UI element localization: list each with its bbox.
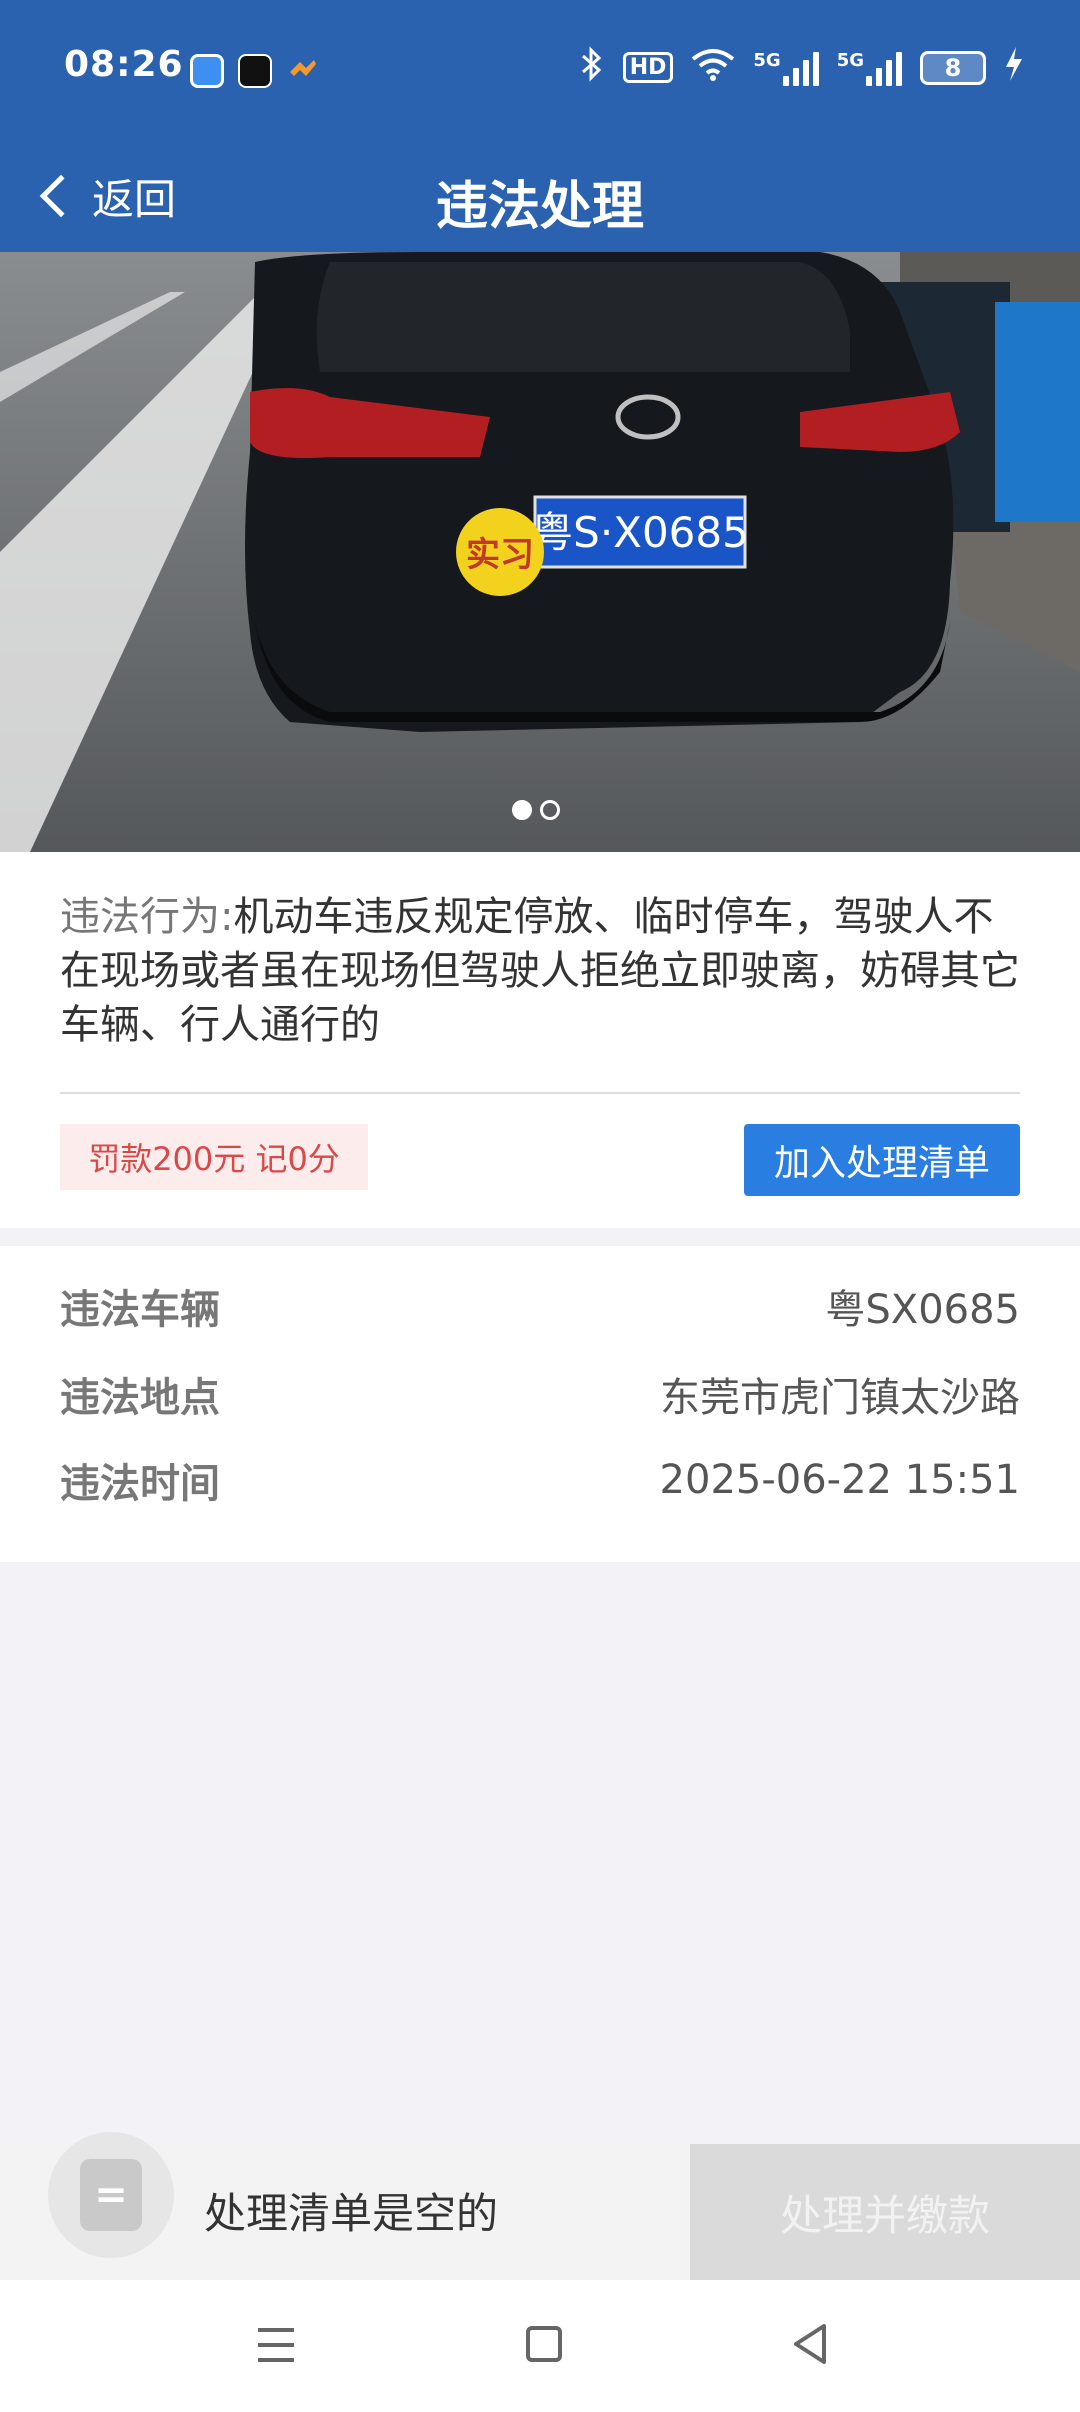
status-time: 08:26 [64, 44, 184, 85]
triangle-back-icon [794, 2324, 826, 2364]
add-to-list-button[interactable]: 加入处理清单 [744, 1124, 1020, 1196]
wifi-icon [691, 47, 735, 88]
detail-value: 粤SX0685 [825, 1287, 1020, 1333]
system-back-button[interactable] [790, 2322, 830, 2370]
intern-badge-text: 实习 [466, 535, 534, 575]
violation-behavior: 违法行为:机动车违反规定停放、临时停车，驾驶人不在现场或者虽在现场但驾驶人拒绝立… [60, 890, 1020, 1052]
violation-photo-carousel[interactable]: 粤S·X0685 实习 [0, 252, 1080, 852]
detail-key: 违法时间 [60, 1461, 220, 1507]
behavior-label: 违法行为: [60, 894, 234, 940]
process-and-pay-button[interactable]: 处理并缴款 [690, 2144, 1080, 2280]
app-notification-icon-blue [190, 54, 224, 88]
violation-details: 违法车辆 粤SX0685 违法地点 东莞市虎门镇太沙路 违法时间 2025-06… [0, 1246, 1080, 1562]
license-plate-text: 粤S·X0685 [531, 508, 749, 557]
bluetooth-icon [579, 46, 605, 89]
hd-badge: HD [622, 52, 674, 83]
carousel-dot [540, 800, 560, 820]
app-notification-icon-orange [286, 54, 320, 88]
fine-badge: 罚款200元 记0分 [60, 1124, 368, 1190]
detail-value: 东莞市虎门镇太沙路 [660, 1375, 1020, 1421]
detail-row-time: 违法时间 2025-06-22 15:51 [60, 1450, 1020, 1510]
detail-key: 违法车辆 [60, 1287, 220, 1333]
status-bar: 08:26 HD 5G 5G 8 [0, 0, 1080, 140]
carousel-dot-active [512, 800, 532, 820]
nav-bar: 返回 违法处理 [0, 140, 1080, 252]
list-icon: = [80, 2159, 142, 2231]
carousel-indicator [512, 800, 560, 820]
violation-photo: 粤S·X0685 实习 [0, 252, 1080, 852]
signal-label-1: 5G [753, 49, 781, 71]
battery-indicator: 8 [920, 50, 986, 85]
tiktok-notification-icon [238, 54, 272, 88]
home-button[interactable] [526, 2326, 562, 2362]
detail-key: 违法地点 [60, 1375, 220, 1421]
page-title: 违法处理 [435, 177, 644, 237]
charging-icon [1004, 47, 1024, 88]
recent-apps-button[interactable] [258, 2328, 294, 2362]
divider [60, 1092, 1020, 1094]
signal-label-2: 5G [836, 49, 864, 71]
violation-card: 违法行为:机动车违反规定停放、临时停车，驾驶人不在现场或者虽在现场但驾驶人拒绝立… [0, 852, 1080, 1228]
detail-value: 2025-06-22 15:51 [659, 1457, 1020, 1503]
battery-level: 8 [944, 53, 962, 82]
detail-row-location: 违法地点 东莞市虎门镇太沙路 [60, 1364, 1020, 1424]
signal-icon-1: 5G [753, 49, 819, 86]
empty-list-text: 处理清单是空的 [204, 2189, 499, 2238]
list-cart-button[interactable]: = [48, 2132, 174, 2258]
signal-icon-2: 5G [837, 50, 902, 86]
detail-row-vehicle: 违法车辆 粤SX0685 [60, 1276, 1020, 1336]
